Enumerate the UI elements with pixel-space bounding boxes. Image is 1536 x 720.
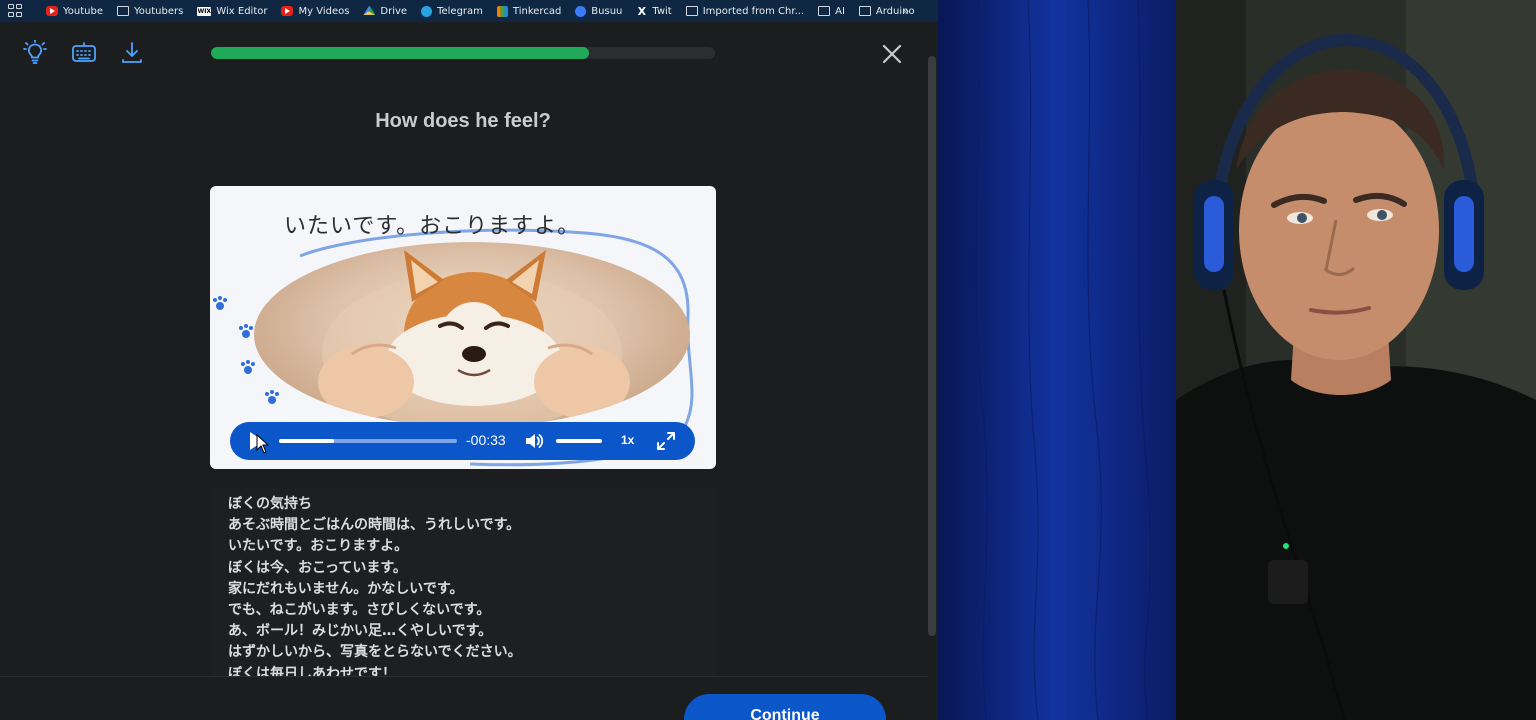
playback-speed-button[interactable]: 1x [621, 433, 634, 447]
media-card: いたいです。おこりますよ。 -00:33 1x [210, 186, 716, 469]
bookmark-imported[interactable]: Imported from Chr... [685, 0, 804, 22]
story-line: いたいです。おこりますよ。 [228, 538, 409, 555]
question-title: How does he feel? [375, 110, 551, 132]
story-line: ぼくは今、おこっています。 [228, 559, 407, 576]
bookmark-ai[interactable]: AI [818, 0, 845, 22]
wix-icon: WIX [197, 6, 212, 16]
webcam-feed [1176, 0, 1536, 720]
bookmark-twit[interactable]: X Twit [636, 0, 672, 22]
folder-icon [818, 6, 831, 16]
story-line: でも、ねこがいます。さびしくないです。 [228, 602, 491, 619]
paw-prints-decoration [213, 296, 279, 404]
story-line: あ、ボール！みじかい足…くやしいです。 [228, 623, 493, 640]
keyboard-icon[interactable] [71, 40, 97, 66]
footer-divider [0, 676, 928, 677]
story-line: あそぶ時間とごはんの時間は、うれしいです。 [228, 517, 521, 534]
lightbulb-icon[interactable] [22, 39, 48, 66]
x-icon: X [637, 4, 647, 18]
bookmark-tinkercad[interactable]: Tinkercad [496, 0, 561, 22]
busuu-icon [575, 5, 587, 17]
bookmark-wix-editor[interactable]: WIX Wix Editor [197, 0, 267, 22]
bookmarks-more-button[interactable]: » [902, 0, 909, 22]
folder-icon [685, 6, 698, 16]
shiba-dog-photo [254, 242, 690, 427]
audio-player: -00:33 1x [230, 422, 695, 460]
continue-button[interactable]: Continue [684, 694, 886, 720]
bookmark-busuu[interactable]: Busuu [575, 0, 622, 22]
seek-slider[interactable] [279, 439, 457, 443]
volume-icon[interactable] [524, 431, 544, 451]
remaining-time: -00:33 [466, 432, 506, 448]
lesson-progress-bar [211, 47, 715, 59]
story-line: ぼくは毎日しあわせです！ [228, 665, 396, 676]
seek-slider-fill [279, 439, 335, 443]
tinkercad-icon [496, 5, 508, 17]
download-icon[interactable] [119, 40, 145, 66]
story-line: ぼくの気持ち [228, 496, 312, 512]
youtube-icon [46, 6, 58, 16]
card-caption: いたいです。おこりますよ。 [284, 214, 581, 239]
bookmark-youtubers[interactable]: Youtubers [117, 0, 183, 22]
volume-slider[interactable] [556, 439, 602, 443]
lesson-progress-fill [211, 47, 589, 59]
telegram-icon [421, 5, 433, 17]
bookmark-drive[interactable]: Drive [363, 0, 407, 22]
apps-grid-icon[interactable] [8, 4, 24, 18]
story-text-panel: ぼくの気持ち あそぶ時間とごはんの時間は、うれしいです。 いたいです。おこります… [212, 488, 716, 676]
bookmark-my-videos[interactable]: My Videos [281, 0, 349, 22]
story-line: はずかしいから、写真をとらないでください。 [228, 644, 522, 661]
drive-icon [363, 5, 376, 15]
bookmark-telegram[interactable]: Telegram [421, 0, 483, 22]
youtube-icon [281, 6, 294, 16]
fullscreen-icon[interactable] [656, 431, 676, 451]
folder-icon [858, 6, 871, 16]
story-line: 家にだれもいません。かなしいです。 [228, 580, 464, 597]
close-icon[interactable] [878, 40, 906, 68]
scrollbar[interactable] [928, 56, 936, 636]
blue-wall-backdrop [938, 0, 1176, 720]
folder-icon [117, 6, 129, 16]
mouse-cursor-icon [256, 434, 270, 454]
lesson-panel: How does he feel? いたいです。おこりますよ。 -00:33 1… [0, 22, 938, 720]
bookmark-youtube[interactable]: Youtube [46, 0, 103, 22]
bookmarks-bar: Youtube Youtubers WIX Wix Editor My Video… [0, 0, 938, 22]
